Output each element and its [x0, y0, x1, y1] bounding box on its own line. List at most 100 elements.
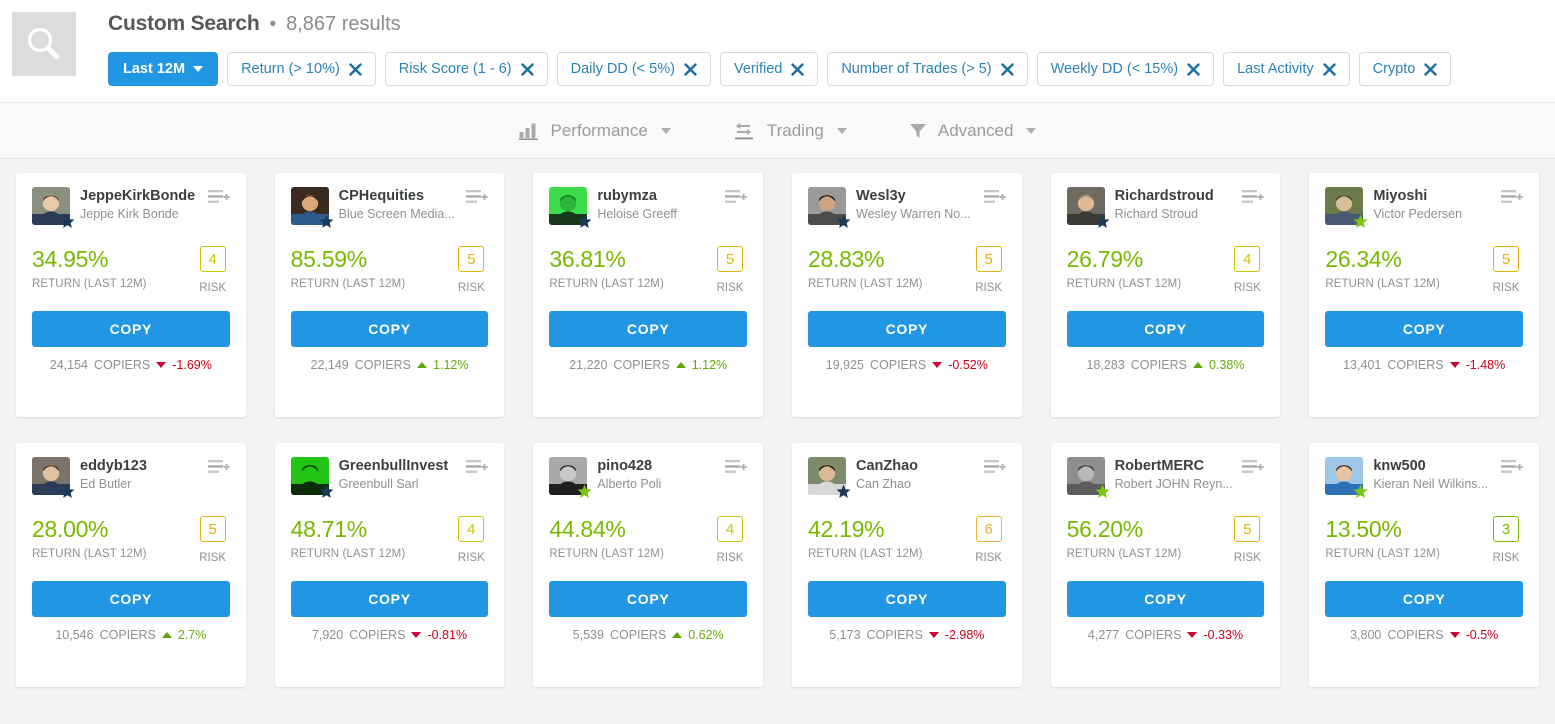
arrow-down-icon	[928, 632, 939, 638]
add-to-list-icon[interactable]	[1242, 187, 1265, 210]
return-stat: 26.79% RETURN (LAST 12M)	[1067, 246, 1231, 290]
risk-stat: 5 RISK	[1230, 516, 1264, 564]
filter-chip-6[interactable]: Weekly DD (< 15%)	[1036, 52, 1215, 86]
verified-star-icon	[1353, 214, 1368, 229]
filter-chip-8[interactable]: Crypto	[1358, 52, 1452, 86]
return-stat: 44.84% RETURN (LAST 12M)	[549, 516, 713, 560]
add-to-list-icon[interactable]	[725, 457, 747, 480]
copy-button[interactable]: COPY	[32, 581, 230, 617]
copy-button[interactable]: COPY	[1066, 581, 1265, 617]
trader-card[interactable]: rubymza Heloise Greeff 36.81% RETURN (LAST …	[533, 173, 763, 417]
filter-chip-5[interactable]: Number of Trades (> 5)	[827, 52, 1028, 86]
add-to-list-icon[interactable]	[983, 187, 1006, 210]
avatar[interactable]	[549, 187, 592, 228]
add-to-list-icon[interactable]	[207, 187, 230, 210]
avatar[interactable]	[808, 457, 851, 498]
risk-badge: 5	[458, 246, 485, 272]
close-icon[interactable]	[1187, 62, 1200, 76]
copy-button[interactable]: COPY	[549, 311, 747, 347]
avatar[interactable]	[290, 457, 334, 498]
return-label: RETURN (LAST 12M)	[1066, 278, 1182, 290]
filter-chip-4[interactable]: Verified	[719, 52, 819, 86]
trader-card[interactable]: pino428 Alberto Poli 44.84% RETURN (LAST 12…	[533, 443, 763, 687]
add-to-list-icon[interactable]	[466, 457, 489, 480]
risk-label: RISK	[1233, 282, 1261, 294]
avatar[interactable]	[1325, 187, 1368, 228]
risk-stat: 4 RISK	[454, 516, 488, 564]
card-identity: pino428 Alberto Poli	[597, 457, 721, 492]
card-footer: 18,283 COPIERS 0.38%	[1067, 358, 1265, 372]
trader-card[interactable]: Miyoshi Victor Pedersen 26.34% RETURN (LAST…	[1309, 173, 1539, 417]
toolbar-item-advanced[interactable]: Advanced	[909, 121, 1037, 141]
copy-button[interactable]: COPY	[549, 581, 747, 617]
verified-star-icon	[60, 484, 75, 499]
card-header: GreenbullInvest Greenbull Sarl	[290, 457, 489, 498]
trader-card[interactable]: knw500 Kieran Neil Wilkins... 13.50% RETURN…	[1309, 443, 1539, 687]
close-icon[interactable]	[520, 62, 534, 76]
add-to-list-icon[interactable]	[1501, 187, 1523, 210]
toolbar-item-advanced-label: Advanced	[937, 120, 1014, 140]
close-icon[interactable]	[1000, 62, 1014, 76]
trader-card[interactable]: CanZhao Can Zhao 42.19% RETURN (LAST 12M) 6 R…	[792, 443, 1022, 687]
return-value: 56.20%	[1066, 516, 1144, 542]
copiers-count: 10,546	[55, 628, 94, 642]
filter-chip-list: Last 12M Return (> 10%) Risk Score (1 - 6)…	[108, 52, 1555, 86]
close-icon[interactable]	[791, 62, 805, 76]
filter-chip-1[interactable]: Return (> 10%)	[227, 52, 376, 86]
close-icon[interactable]	[1322, 62, 1336, 76]
avatar[interactable]	[290, 187, 334, 228]
copy-button[interactable]: COPY	[808, 311, 1006, 347]
copy-button[interactable]: COPY	[1325, 581, 1523, 617]
return-value: 44.84%	[549, 516, 626, 542]
close-icon[interactable]	[349, 62, 362, 76]
add-to-list-icon[interactable]	[1501, 457, 1523, 480]
avatar[interactable]	[1066, 457, 1110, 498]
add-to-list-icon[interactable]	[725, 187, 747, 210]
trader-fullname: Heloise Greeff	[597, 207, 677, 221]
close-icon[interactable]	[684, 62, 697, 76]
avatar[interactable]	[1066, 187, 1110, 228]
add-to-list-icon[interactable]	[1242, 457, 1265, 480]
trader-card[interactable]: JeppeKirkBonde Jeppe Kirk Bonde 34.95% RETU…	[16, 173, 246, 417]
toolbar-item-performance[interactable]: Performance	[518, 121, 671, 141]
copy-button[interactable]: COPY	[1066, 311, 1265, 347]
avatar[interactable]	[808, 187, 851, 228]
trader-card[interactable]: eddyb123 Ed Butler 28.00% RETURN (LAST 12M)…	[16, 443, 246, 687]
trader-card[interactable]: RobertMERC Robert JOHN Reyn... 56.20% RETUR…	[1050, 443, 1281, 687]
verified-star-icon	[1095, 484, 1110, 499]
add-to-list-icon[interactable]	[983, 457, 1006, 480]
avatar[interactable]	[1325, 457, 1368, 498]
page-header: Custom Search • 8,867 results Last 12M Re…	[0, 0, 1555, 103]
copy-button[interactable]: COPY	[1325, 311, 1523, 347]
return-stat: 28.00% RETURN (LAST 12M)	[32, 516, 196, 560]
copy-button[interactable]: COPY	[290, 311, 489, 347]
return-value: 28.00%	[32, 516, 109, 542]
filter-chip-7[interactable]: Last Activity	[1223, 52, 1350, 86]
add-to-list-icon[interactable]	[207, 457, 230, 480]
trader-card[interactable]: Wesl3y Wesley Warren No... 28.83% RETURN (L…	[792, 173, 1022, 417]
filter-chip-2[interactable]: Risk Score (1 - 6)	[384, 52, 548, 86]
copiers-label: COPIERS	[99, 628, 156, 642]
return-stat: 85.59% RETURN (LAST 12M)	[291, 246, 455, 290]
trader-card[interactable]: Richardstroud Richard Stroud 26.79% RETURN …	[1050, 173, 1281, 417]
close-icon[interactable]	[1424, 62, 1438, 76]
toolbar-item-trading[interactable]: Trading	[733, 121, 847, 141]
copiers-delta: 1.12%	[433, 358, 469, 372]
avatar[interactable]	[32, 457, 75, 498]
trader-card[interactable]: CPHequities Blue Screen Media... 85.59% RET…	[274, 173, 505, 417]
trader-username: JeppeKirkBonde	[80, 188, 196, 204]
copy-button[interactable]: COPY	[808, 581, 1006, 617]
risk-label: RISK	[1233, 552, 1261, 564]
filter-chip-0[interactable]: Last 12M	[108, 52, 219, 86]
risk-stat: 3 RISK	[1489, 516, 1523, 564]
avatar[interactable]	[32, 187, 75, 228]
add-to-list-icon[interactable]	[466, 187, 489, 210]
filter-chip-3[interactable]: Daily DD (< 5%)	[556, 52, 711, 86]
risk-badge: 4	[199, 246, 226, 272]
filter-chip-label: Daily DD (< 5%)	[570, 61, 675, 77]
copy-button[interactable]: COPY	[290, 581, 489, 617]
avatar[interactable]	[549, 457, 592, 498]
trader-card[interactable]: GreenbullInvest Greenbull Sarl 48.71% RETUR…	[274, 443, 505, 687]
copy-button[interactable]: COPY	[32, 311, 230, 347]
card-header: eddyb123 Ed Butler	[32, 457, 230, 498]
